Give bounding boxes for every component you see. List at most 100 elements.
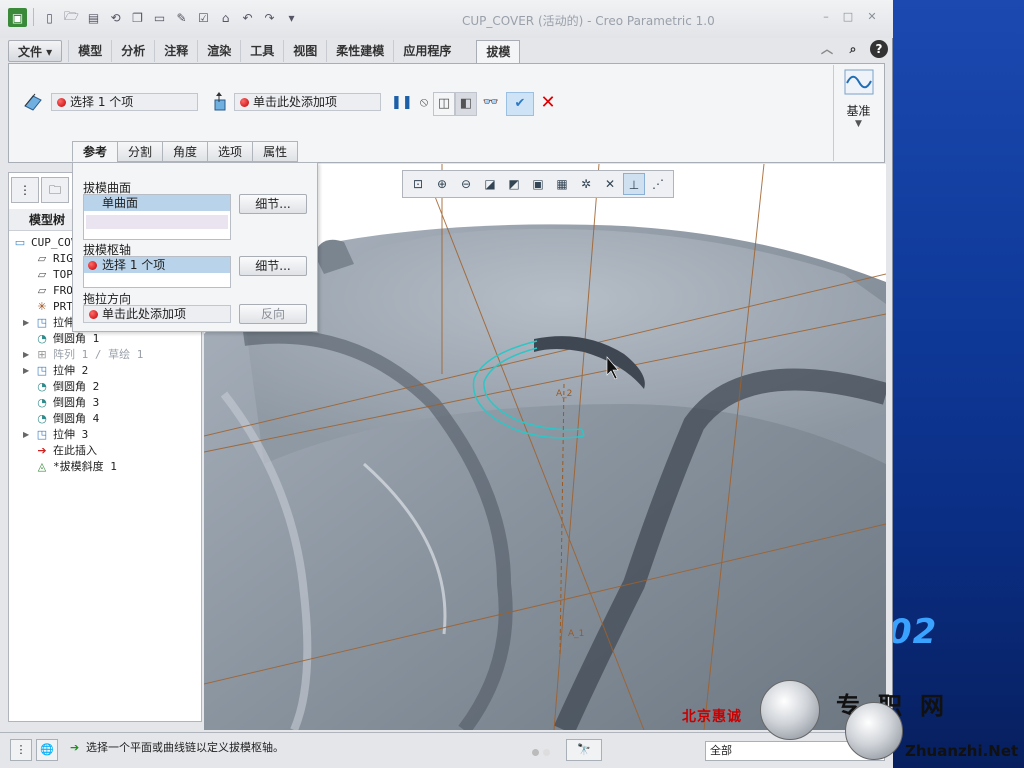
customize-qat-icon[interactable]: ▾ [282,8,301,27]
folder-icon[interactable]: ⌂ [216,8,235,27]
expand-arrow-icon[interactable]: ▶ [23,363,29,379]
datum-group[interactable]: 基准 ▼ [833,65,883,161]
creo-window: ▣ ▯ 🗁 ▤ ⟲ ❐ ▭ ✎ ☑ ⌂ ↶ ↷ ▾ CUP_COVER (活动的… [0,0,893,768]
progress-dots [532,745,560,756]
part-icon: ▭ [14,236,26,249]
title-bar: ▣ ▯ 🗁 ▤ ⟲ ❐ ▭ ✎ ☑ ⌂ ↶ ↷ ▾ CUP_COVER (活动的… [0,0,893,38]
point-display-icon[interactable]: ⋰ [647,173,669,195]
expand-arrow-icon[interactable]: ▶ [23,315,29,331]
tab-draft[interactable]: 拔模 [476,40,521,64]
tab-tools[interactable]: 工具 [240,40,283,62]
close-button[interactable]: ✕ [864,10,880,24]
collapse-ribbon-icon[interactable]: ︿ [818,40,836,58]
find-icon[interactable]: 🔭 [566,739,602,761]
tree-item-label: FRO [53,284,73,297]
redo-icon[interactable]: ↷ [260,8,279,27]
tree-item-label: 倒圆角 2 [53,380,100,393]
open-folder-icon[interactable]: 🗁 [62,8,81,27]
pull-direction-collector[interactable]: 单击此处添加项 [83,305,231,323]
tree-item[interactable]: ◔ 倒圆角 4 [9,411,201,427]
tab-properties[interactable]: 属性 [252,141,299,162]
browser-icon[interactable]: 🌐 [36,739,58,761]
repaint-icon[interactable]: ◪ [479,173,501,195]
tab-model[interactable]: 模型 [68,40,111,62]
preview-icon[interactable]: ◫ [433,92,455,116]
help-icon[interactable]: ? [870,40,888,58]
red-dot-icon [89,310,98,319]
tab-annotate[interactable]: 注释 [154,40,197,62]
draft-icon: ◬ [37,460,47,473]
draft-surfaces-collector[interactable]: 选择 1 个项 [51,93,198,111]
tab-angles[interactable]: 角度 [162,141,209,162]
close-window-icon[interactable]: ✎ [172,8,191,27]
tab-analysis[interactable]: 分析 [111,40,154,62]
surfaces-details-button[interactable]: 细节... [239,194,307,214]
help-icons: ︿ ⌕ ? [818,40,888,58]
search-icon[interactable]: ⌕ [844,40,862,58]
red-dot-icon [240,98,249,107]
zoom-out-icon[interactable]: ⊖ [455,173,477,195]
copy-icon[interactable]: ❐ [128,8,147,27]
pattern-icon: ⊞ [37,348,47,361]
tree-item[interactable]: ◔ 倒圆角 2 [9,379,201,395]
tree-item[interactable]: ◔ 倒圆角 1 [9,331,201,347]
no-preview-icon[interactable]: ⦸ [415,92,433,116]
datum-display-icon[interactable]: ⊥ [623,173,645,195]
hinges-details-button[interactable]: 细节... [239,256,307,276]
tab-applications[interactable]: 应用程序 [393,40,460,62]
ok-button[interactable]: ✔ [506,92,534,116]
expand-arrow-icon[interactable]: ▶ [23,427,29,443]
draft-hinges-list[interactable]: 选择 1 个项 [83,256,231,288]
verify-icon[interactable]: ☑ [194,8,213,27]
file-menu[interactable]: 文件 ▾ [8,40,63,62]
geometry-preview-icon[interactable]: ◧ [455,92,477,116]
undo-icon[interactable]: ↶ [238,8,257,27]
tree-item[interactable]: ➔ 在此插入 [9,443,201,459]
regenerate-icon[interactable]: ⟲ [106,8,125,27]
annotation-display-icon[interactable]: ✕ [599,173,621,195]
tab-flexible-modeling[interactable]: 柔性建模 [326,40,393,62]
saved-views-icon[interactable]: ▣ [527,173,549,195]
tree-item[interactable]: ▶ ◳ 拉伸 3 [9,427,201,443]
tree-item-label: 倒圆角 4 [53,412,100,425]
refit-icon[interactable]: ⊡ [407,173,429,195]
display-style-icon[interactable]: ◩ [503,173,525,195]
draft-hinges-collector[interactable]: 单击此处添加项 [234,93,381,111]
save-icon[interactable]: ▤ [84,8,103,27]
extrude-icon: ◳ [36,364,48,377]
cancel-button[interactable]: ✕ [537,92,559,116]
view-manager-icon[interactable]: ▦ [551,173,573,195]
model-tree-tab-icon[interactable]: ⋮ [11,177,39,203]
datum-dropdown-icon[interactable]: ▼ [834,119,883,129]
new-file-icon[interactable]: ▯ [40,8,59,27]
maximize-button[interactable]: □ [840,10,856,24]
tree-item-label: *拔模斜度 1 [53,460,117,473]
window-icon[interactable]: ▭ [150,8,169,27]
spin-center-icon[interactable]: ✲ [575,173,597,195]
zoom-in-icon[interactable]: ⊕ [431,173,453,195]
flip-button[interactable]: 反向 [239,304,307,324]
tab-view[interactable]: 视图 [283,40,326,62]
draft-surfaces-list[interactable]: 单曲面 [83,194,231,240]
tab-options[interactable]: 选项 [207,141,254,162]
tab-split[interactable]: 分割 [117,141,164,162]
tree-item[interactable]: ▶ ⊞ 阵列 1 / 草绘 1 [9,347,201,363]
tree-item[interactable]: ▶ ◳ 拉伸 2 [9,363,201,379]
tree-item[interactable]: ◔ 倒圆角 3 [9,395,201,411]
list-item[interactable]: 选择 1 个项 [84,257,230,273]
verify-mode-icon[interactable]: 👓 [479,92,503,116]
tree-item-label: TOP [53,268,73,281]
tab-render[interactable]: 渲染 [197,40,240,62]
datum-plane-icon: ▱ [37,252,47,265]
ribbon-tabs: 文件 ▾ 模型 分析 注释 渲染 工具 视图 柔性建模 应用程序 拔模 [8,40,521,64]
show-navigator-icon[interactable]: ⋮ [10,739,32,761]
pause-icon[interactable]: ❚❚ [391,92,413,116]
list-item[interactable]: 单曲面 [84,195,230,211]
folder-browser-tab-icon[interactable]: 🗀 [41,177,69,203]
tab-references[interactable]: 参考 [72,141,119,162]
minimize-button[interactable]: – [818,10,834,24]
tree-item[interactable]: ◬ *拔模斜度 1 [9,459,201,475]
insert-arrow-icon: ➔ [37,444,47,457]
expand-arrow-icon[interactable]: ▶ [23,347,29,363]
watermark-site: Zhuanzhi.Net [905,742,1019,760]
